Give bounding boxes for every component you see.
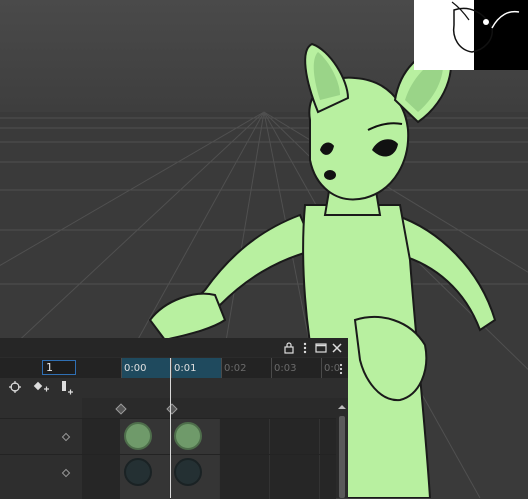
ruler-tick (221, 358, 222, 378)
ruler-label: 0:03 (274, 363, 297, 374)
keyframe[interactable] (174, 422, 202, 450)
animation-timeline-panel: 1 0:00 0:01 0:02 0:03 0:0 (0, 338, 348, 499)
scroll-up-icon (338, 405, 346, 409)
close-icon[interactable] (330, 340, 344, 354)
ruler-tick (121, 358, 122, 378)
camera-preview-thumbnail (414, 0, 528, 70)
timeline-tracks (0, 398, 336, 499)
scroll-thumb[interactable] (339, 416, 345, 498)
ruler-tick (271, 358, 272, 378)
vertical-scrollbar[interactable] (336, 398, 348, 498)
keyframe[interactable] (124, 458, 152, 486)
summary-keyframe[interactable] (115, 403, 127, 415)
keyframe[interactable] (124, 422, 152, 450)
add-key-icon[interactable] (32, 380, 50, 396)
time-ruler[interactable]: 1 0:00 0:01 0:02 0:03 0:0 (0, 358, 348, 378)
timeline-toolbar (0, 378, 348, 398)
playhead[interactable] (170, 358, 171, 498)
more-vertical-icon[interactable] (298, 340, 312, 354)
ruler-tick (171, 358, 172, 378)
summary-keyframe[interactable] (166, 403, 178, 415)
frame-number-input[interactable]: 1 (42, 360, 76, 375)
track-row (0, 454, 336, 499)
lock-icon[interactable] (282, 340, 296, 354)
maximize-icon[interactable] (314, 340, 328, 354)
track-key-toggle[interactable] (61, 432, 71, 442)
panel-header (0, 338, 348, 357)
crosshair-icon[interactable] (6, 380, 24, 396)
add-track-icon[interactable] (58, 380, 76, 396)
ruler-label: 0:02 (224, 363, 247, 374)
ruler-label: 0:01 (174, 363, 197, 374)
keyframe[interactable] (174, 458, 202, 486)
track-key-toggle[interactable] (61, 468, 71, 478)
track-row (0, 418, 336, 454)
summary-row (0, 398, 336, 418)
ruler-label: 0:00 (124, 363, 147, 374)
ruler-tick (321, 358, 322, 378)
